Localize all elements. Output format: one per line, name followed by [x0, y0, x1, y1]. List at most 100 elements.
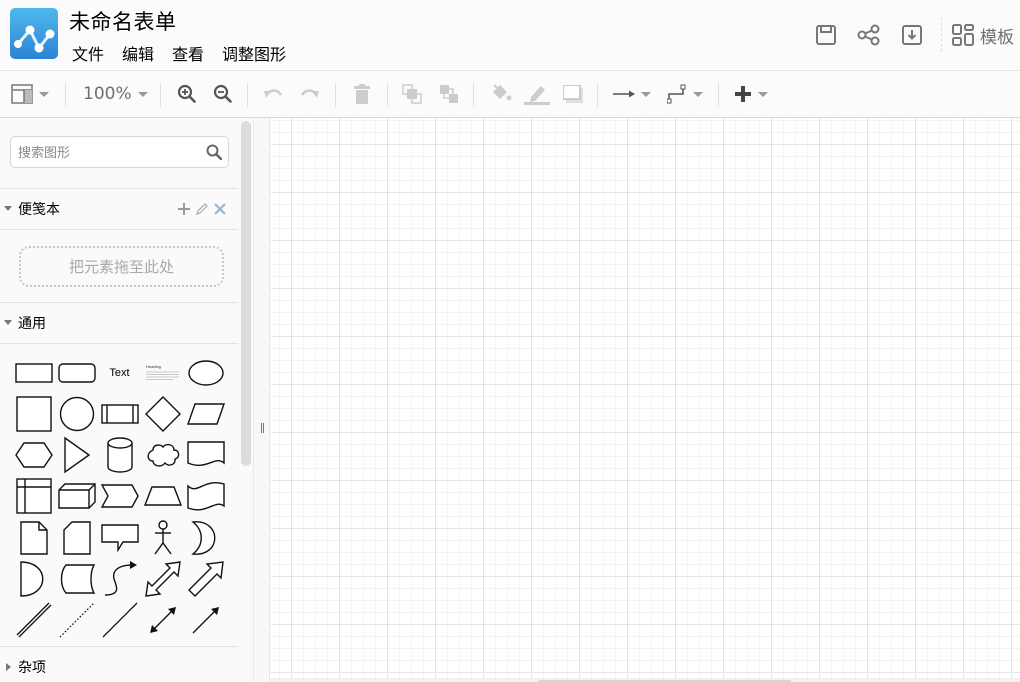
app-logo	[10, 8, 58, 59]
rectangle-shape-icon	[14, 362, 53, 383]
connection-style-dropdown[interactable]	[613, 71, 651, 117]
misc-header[interactable]: 杂项	[0, 646, 238, 682]
shape-or[interactable]	[184, 517, 227, 558]
scratchpad-dropzone[interactable]: 把元素拖至此处	[19, 246, 224, 287]
shape-process[interactable]	[98, 393, 141, 434]
zoom-in-button[interactable]	[177, 71, 197, 117]
cube-shape-icon	[57, 483, 96, 510]
scratchpad-title: 便笺本	[18, 201, 60, 218]
shape-directional-connector[interactable]	[184, 600, 227, 641]
or-shape-icon	[190, 520, 215, 555]
edit-pencil-icon[interactable]	[195, 202, 209, 216]
toolbar: 100%	[0, 70, 1020, 118]
general-divider	[0, 343, 238, 344]
shape-rounded-rectangle[interactable]	[55, 352, 98, 393]
scratchpad-header[interactable]: 便笺本	[0, 188, 238, 228]
to-back-button[interactable]	[439, 71, 459, 117]
shape-link[interactable]	[12, 600, 55, 641]
menu-arrange[interactable]: 调整图形	[222, 41, 286, 65]
shape-ellipse[interactable]	[184, 352, 227, 393]
redo-icon	[300, 89, 319, 98]
toolbar-divider	[387, 83, 388, 107]
link-shape-icon	[16, 602, 51, 638]
panel-layout-icon	[11, 84, 33, 104]
document-title[interactable]: 未命名表单	[69, 6, 177, 36]
shadow-button[interactable]	[563, 71, 583, 117]
shape-step[interactable]	[98, 476, 141, 517]
shape-data-storage[interactable]	[55, 559, 98, 600]
menu-file[interactable]: 文件	[72, 41, 104, 65]
search-icon[interactable]	[206, 144, 222, 160]
shape-bidirectional-connector[interactable]	[141, 600, 184, 641]
menu-view[interactable]: 查看	[172, 41, 204, 65]
dropzone-text: 把元素拖至此处	[68, 258, 174, 276]
redo-button[interactable]	[300, 71, 320, 117]
shape-curved-arrow[interactable]	[98, 559, 141, 600]
share-button[interactable]	[847, 18, 890, 52]
templates-label: 模板	[980, 27, 1014, 48]
shape-search-input[interactable]	[18, 143, 198, 163]
save-button[interactable]	[804, 18, 847, 52]
to-front-icon	[402, 84, 422, 104]
waypoints-dropdown[interactable]	[667, 71, 703, 117]
shape-parallelogram[interactable]	[184, 393, 227, 434]
cloud-shape-icon	[146, 444, 179, 467]
shape-trapezoid[interactable]	[141, 476, 184, 517]
triangle-shape-icon	[63, 436, 90, 474]
svg-text:Heading: Heading	[146, 364, 161, 369]
download-icon	[901, 25, 922, 45]
paint-bucket-icon	[493, 84, 512, 101]
toolbar-divider	[718, 83, 719, 107]
shape-hexagon[interactable]	[12, 435, 55, 476]
fill-color-button[interactable]	[490, 71, 512, 117]
insert-dropdown[interactable]	[734, 71, 768, 117]
sidebar-scrollbar-thumb[interactable]	[241, 121, 251, 466]
directional-connector-shape-icon	[192, 607, 219, 634]
diagram-graph-icon	[14, 25, 55, 53]
undo-button[interactable]	[263, 71, 283, 117]
header-actions: 模板	[804, 18, 1020, 52]
add-icon[interactable]	[177, 202, 191, 216]
shape-bidirectional-arrow[interactable]	[141, 559, 184, 600]
chevron-down-icon	[39, 91, 49, 97]
general-header[interactable]: 通用	[0, 302, 238, 342]
internal-storage-shape-icon	[15, 478, 52, 515]
to-front-button[interactable]	[402, 71, 422, 117]
close-icon[interactable]	[213, 202, 227, 216]
chevron-down-icon	[758, 91, 768, 97]
menu-edit[interactable]: 编辑	[122, 41, 154, 65]
shape-line[interactable]	[98, 600, 141, 641]
zoom-level-dropdown[interactable]: 100%	[83, 71, 148, 117]
shape-triangle[interactable]	[55, 435, 98, 476]
shape-actor[interactable]	[141, 517, 184, 558]
shape-single-arrow[interactable]	[184, 559, 227, 600]
shape-dashed-line[interactable]	[55, 600, 98, 641]
shape-tape[interactable]	[184, 476, 227, 517]
shape-card[interactable]	[55, 517, 98, 558]
zoom-out-button[interactable]	[213, 71, 233, 117]
shape-textbox[interactable]: Heading	[141, 352, 184, 393]
line-color-button[interactable]	[524, 71, 550, 117]
format-panel-toggle-button[interactable]	[11, 71, 49, 117]
shape-callout[interactable]	[98, 517, 141, 558]
download-button[interactable]	[890, 18, 933, 52]
shape-circle[interactable]	[55, 393, 98, 434]
shape-cylinder[interactable]	[98, 435, 141, 476]
shape-internal-storage[interactable]	[12, 476, 55, 517]
shape-cloud[interactable]	[141, 435, 184, 476]
shape-square[interactable]	[12, 393, 55, 434]
shape-document[interactable]	[184, 435, 227, 476]
shape-cube[interactable]	[55, 476, 98, 517]
delete-button[interactable]	[353, 71, 371, 117]
shape-text[interactable]: Text	[98, 352, 141, 393]
shape-diamond[interactable]	[141, 393, 184, 434]
sidebar-splitter[interactable]	[255, 118, 270, 682]
diagram-canvas[interactable]	[271, 118, 1020, 682]
shape-and[interactable]	[12, 559, 55, 600]
shape-rectangle[interactable]	[12, 352, 55, 393]
trash-icon	[354, 84, 370, 104]
line-shape-icon	[102, 602, 137, 638]
shape-note[interactable]	[12, 517, 55, 558]
templates-button[interactable]: 模板	[952, 23, 1020, 48]
circle-shape-icon	[59, 396, 94, 431]
